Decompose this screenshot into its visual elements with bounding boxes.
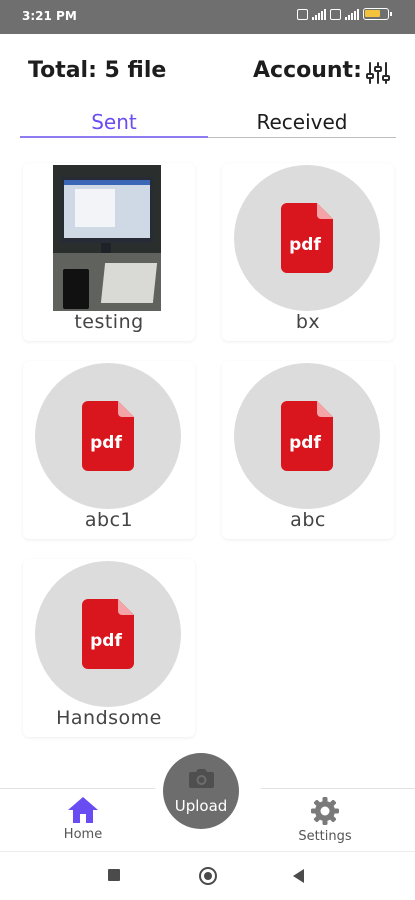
- gear-icon: [311, 797, 339, 825]
- nav-settings-label: Settings: [298, 829, 352, 844]
- signal-icon: [312, 8, 326, 20]
- home-icon: [68, 797, 98, 823]
- camera-icon: [189, 769, 214, 788]
- file-name: abc: [290, 509, 326, 531]
- file-card-handsome[interactable]: pdf Handsome: [23, 559, 195, 737]
- tab-sent[interactable]: Sent: [20, 110, 208, 138]
- nav-home[interactable]: Home: [38, 796, 128, 842]
- status-time: 3:21 PM: [22, 9, 77, 23]
- file-name: bx: [295, 311, 321, 333]
- alarm-icon: [297, 8, 308, 20]
- account-label: Account:: [253, 58, 362, 83]
- photo-thumbnail: [53, 165, 161, 311]
- file-card-abc[interactable]: pdf abc: [222, 361, 394, 539]
- system-navigation-bar: [0, 852, 415, 900]
- pdf-file-icon: pdf: [82, 599, 134, 669]
- nav-settings[interactable]: Settings: [280, 796, 370, 844]
- file-card-testing[interactable]: testing: [23, 163, 195, 341]
- signal-icon-2: [345, 8, 359, 20]
- file-thumbnail: pdf: [35, 561, 181, 707]
- pdf-badge-text: pdf: [90, 433, 122, 453]
- pdf-file-icon: pdf: [82, 401, 134, 471]
- pdf-badge-text: pdf: [90, 631, 122, 651]
- file-name: testing: [74, 311, 144, 333]
- sliders-icon[interactable]: [366, 61, 390, 85]
- file-name: abc1: [84, 509, 134, 531]
- upload-button[interactable]: Upload: [163, 753, 239, 829]
- battery-icon: [363, 8, 392, 20]
- file-name: Handsome: [56, 707, 162, 729]
- status-icons: [297, 8, 392, 20]
- tab-received[interactable]: Received: [208, 110, 396, 138]
- file-thumbnail: pdf: [234, 165, 380, 311]
- file-card-bx[interactable]: pdf bx: [222, 163, 394, 341]
- tab-active-indicator: [20, 136, 208, 138]
- home-system-icon[interactable]: [199, 867, 217, 885]
- file-thumbnail: pdf: [234, 363, 380, 509]
- pdf-badge-text: pdf: [289, 235, 321, 255]
- file-thumbnail: pdf: [35, 363, 181, 509]
- volte-icon: [330, 8, 341, 20]
- file-card-abc1[interactable]: pdf abc1: [23, 361, 195, 539]
- recents-icon[interactable]: [108, 869, 120, 881]
- status-bar: 3:21 PM: [0, 0, 415, 34]
- pdf-file-icon: pdf: [281, 203, 333, 273]
- pdf-badge-text: pdf: [289, 433, 321, 453]
- back-icon[interactable]: [293, 869, 304, 883]
- nav-home-label: Home: [63, 827, 103, 842]
- pdf-file-icon: pdf: [281, 401, 333, 471]
- total-file-count: Total: 5 file: [28, 58, 167, 83]
- upload-label: Upload: [174, 797, 228, 815]
